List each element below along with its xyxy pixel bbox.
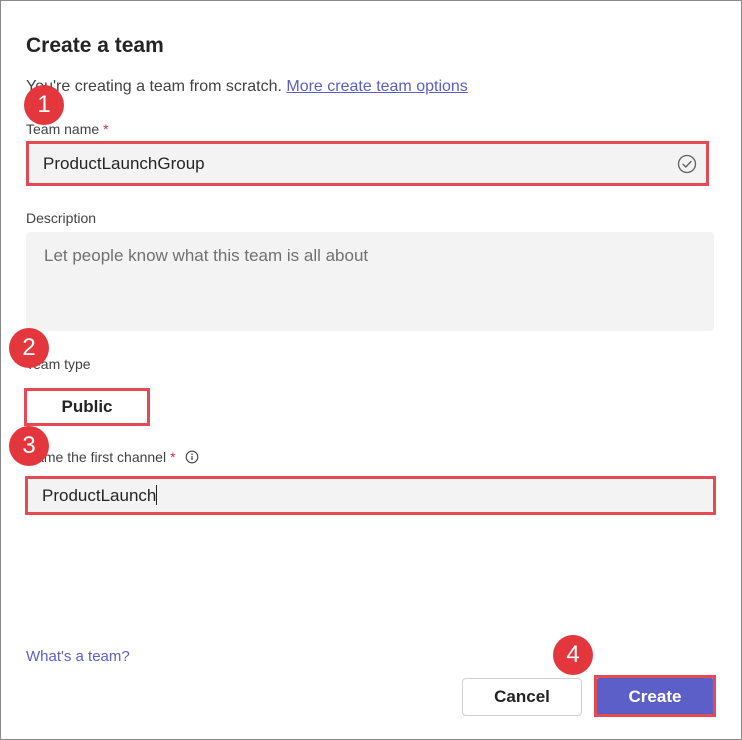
create-team-dialog: Create a team You're creating a team fro… xyxy=(0,0,742,740)
step-badge-3: 3 xyxy=(9,426,49,466)
create-button[interactable]: Create xyxy=(595,678,715,716)
team-name-field[interactable] xyxy=(29,144,707,184)
info-icon[interactable] xyxy=(185,450,199,464)
check-circle-icon xyxy=(677,154,697,174)
text-cursor xyxy=(156,485,158,505)
first-channel-label: Name the first channel * xyxy=(26,449,199,465)
required-mark: * xyxy=(103,121,109,137)
required-mark: * xyxy=(170,449,176,465)
first-channel-field[interactable]: ProductLaunch xyxy=(28,479,713,513)
description-field[interactable] xyxy=(26,232,714,331)
step-badge-2: 2 xyxy=(9,328,49,368)
whats-a-team-link[interactable]: What's a team? xyxy=(26,648,130,665)
dialog-subtitle: You're creating a team from scratch. Mor… xyxy=(26,78,468,96)
description-label: Description xyxy=(26,210,97,226)
cancel-button[interactable]: Cancel xyxy=(462,678,582,716)
subtitle-text: You're creating a team from scratch. xyxy=(26,78,282,95)
description-textarea[interactable] xyxy=(42,244,698,319)
team-type-dropdown[interactable]: Public xyxy=(27,389,147,425)
team-name-input[interactable] xyxy=(41,153,695,175)
team-type-value: Public xyxy=(61,397,113,416)
more-create-team-options-link[interactable]: More create team options xyxy=(286,78,467,95)
step-badge-1: 1 xyxy=(24,85,64,125)
dialog-title: Create a team xyxy=(26,34,164,57)
first-channel-input[interactable]: ProductLaunch xyxy=(42,486,156,505)
step-badge-4: 4 xyxy=(553,635,593,675)
